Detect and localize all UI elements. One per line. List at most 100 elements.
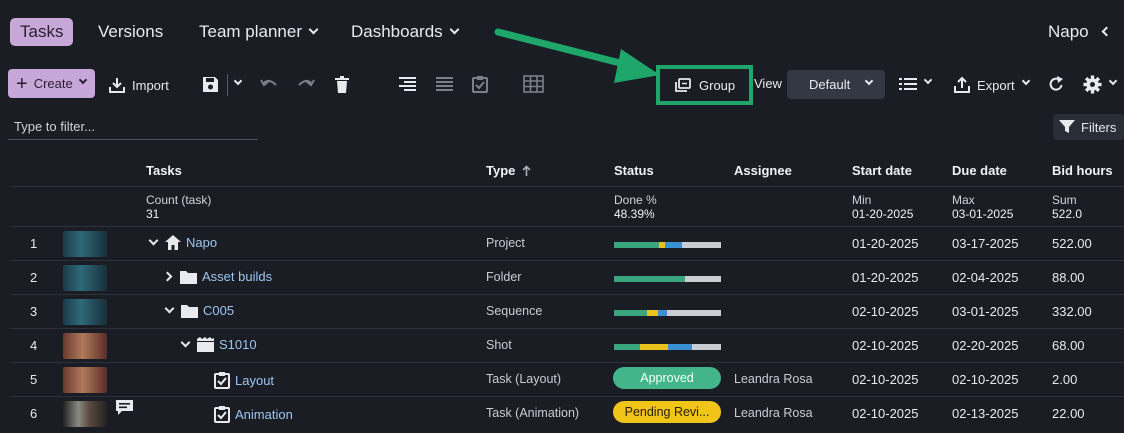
align-rows-button[interactable] — [399, 76, 416, 93]
clipboard-check-icon — [472, 76, 488, 93]
columns-menu-button[interactable] — [899, 75, 933, 90]
tab-versions[interactable]: Versions — [98, 18, 163, 46]
task-name-cell[interactable]: Asset builds — [162, 269, 272, 284]
aggregate-row: Count (task) 31 Done % 48.39% Min 01-20-… — [10, 186, 1124, 226]
task-name-cell[interactable]: Layout — [214, 371, 274, 389]
chevron-down-icon — [78, 75, 87, 84]
chevron-down-icon[interactable] — [180, 337, 191, 348]
chevron-down-icon — [923, 75, 933, 84]
task-name-cell[interactable]: Napo — [148, 235, 217, 250]
thumbnail[interactable] — [63, 299, 107, 325]
chevron-down-icon — [1021, 76, 1030, 86]
bid-hours-cell: 332.00 — [1052, 304, 1092, 319]
column-header-assignee[interactable]: Assignee — [734, 163, 792, 178]
task-icon — [214, 372, 230, 389]
thumbnail[interactable] — [63, 333, 107, 359]
chevron-down-icon — [864, 76, 874, 85]
column-header-due-date[interactable]: Due date — [952, 163, 1007, 178]
assignee-cell[interactable]: Leandra Rosa — [734, 372, 813, 386]
bid-hours-cell: 88.00 — [1052, 270, 1085, 285]
table-row[interactable]: 6 Animation Task (Animation) Pending Rev… — [10, 396, 1124, 430]
clapperboard-icon — [197, 337, 214, 352]
table-row[interactable]: 1 Napo Project 01-20-2025 03-17-2025 522… — [10, 226, 1124, 260]
tab-team-planner[interactable]: Team planner — [199, 18, 319, 46]
thumbnail[interactable] — [63, 367, 107, 393]
group-highlight-box — [656, 65, 753, 105]
table-grid-icon — [523, 75, 544, 93]
table-row[interactable]: 2 Asset builds Folder 01-20-2025 02-04-2… — [10, 260, 1124, 294]
progress-bar — [614, 310, 721, 316]
row-number: 3 — [30, 304, 38, 319]
project-switcher[interactable]: Napo — [1048, 18, 1112, 46]
delete-button[interactable] — [335, 76, 349, 93]
create-button[interactable]: + Create — [8, 69, 95, 98]
list-view-button[interactable] — [436, 76, 453, 93]
chevron-left-icon — [1101, 26, 1112, 37]
import-button[interactable]: Import — [108, 76, 169, 94]
comment-icon[interactable] — [116, 400, 133, 416]
redo-icon — [298, 79, 315, 87]
start-date-cell: 02-10-2025 — [852, 304, 919, 319]
save-button[interactable] — [202, 76, 219, 93]
thumbnail[interactable] — [63, 401, 107, 427]
aggregate-label: Min — [852, 193, 872, 207]
chevron-down-icon[interactable] — [148, 235, 159, 246]
undo-button[interactable] — [260, 77, 278, 91]
aggregate-label: Max — [952, 193, 975, 207]
progress-bar — [614, 276, 721, 282]
settings-button[interactable] — [1083, 75, 1118, 94]
column-header-bid-hours[interactable]: Bid hours — [1052, 163, 1113, 178]
aggregate-value: 522.0 — [1052, 207, 1083, 221]
chevron-right-icon[interactable] — [162, 271, 173, 282]
chevron-down-icon[interactable] — [164, 303, 175, 314]
home-icon — [165, 235, 181, 250]
type-cell: Folder — [486, 270, 522, 284]
start-date-cell: 01-20-2025 — [852, 236, 919, 251]
refresh-button[interactable] — [1048, 76, 1064, 92]
aggregate-value: 48.39% — [614, 207, 655, 221]
plus-icon: + — [16, 72, 28, 95]
assignee-cell[interactable]: Leandra Rosa — [734, 406, 813, 420]
tab-tasks[interactable]: Tasks — [10, 18, 74, 46]
status-badge[interactable]: Approved — [613, 367, 721, 389]
row-number: 6 — [30, 406, 38, 421]
task-name-cell[interactable]: C005 — [164, 303, 234, 318]
folder-icon — [180, 270, 197, 284]
aggregate-value: 03-01-2025 — [952, 207, 1014, 221]
row-number: 4 — [30, 338, 38, 353]
status-badge[interactable]: Pending Revi... — [613, 401, 721, 423]
filters-button[interactable]: Filters — [1053, 114, 1124, 140]
column-header-status[interactable]: Status — [614, 163, 654, 178]
column-header-type[interactable]: Type — [486, 163, 531, 178]
row-number: 5 — [30, 372, 38, 387]
chevron-down-icon — [233, 76, 243, 86]
due-date-cell: 02-10-2025 — [952, 372, 1019, 387]
align-right-icon — [399, 77, 416, 91]
grid-view-button[interactable] — [523, 75, 544, 93]
table-row[interactable]: 4 S1010 Shot 02-10-2025 02-20-2025 68.00 — [10, 328, 1124, 362]
table-row[interactable]: 3 C005 Sequence 02-10-2025 03-01-2025 33… — [10, 294, 1124, 328]
gear-icon — [1083, 75, 1102, 94]
export-button[interactable]: Export — [953, 76, 1030, 94]
redo-button[interactable] — [297, 77, 315, 91]
save-options-button[interactable] — [227, 74, 243, 96]
export-icon — [954, 76, 970, 93]
row-number: 2 — [30, 270, 38, 285]
table-row[interactable]: 5 Layout Task (Layout) Approved Leandra … — [10, 362, 1124, 396]
filter-input[interactable] — [8, 114, 258, 140]
thumbnail[interactable] — [63, 265, 107, 291]
thumbnail[interactable] — [63, 231, 107, 257]
due-date-cell: 02-04-2025 — [952, 270, 1019, 285]
start-date-cell: 02-10-2025 — [852, 406, 919, 421]
tab-dashboards[interactable]: Dashboards — [351, 18, 460, 46]
task-name-cell[interactable]: S1010 — [180, 337, 257, 352]
aggregate-label: Count (task) — [146, 193, 212, 207]
column-header-start-date[interactable]: Start date — [852, 163, 912, 178]
import-icon — [109, 78, 125, 93]
view-select[interactable]: Default — [787, 70, 885, 99]
task-name-cell[interactable]: Animation — [214, 405, 293, 423]
aggregate-label: Sum — [1052, 193, 1077, 207]
column-header-tasks[interactable]: Tasks — [146, 163, 182, 178]
type-cell: Shot — [486, 338, 512, 352]
task-view-button[interactable] — [472, 75, 488, 93]
